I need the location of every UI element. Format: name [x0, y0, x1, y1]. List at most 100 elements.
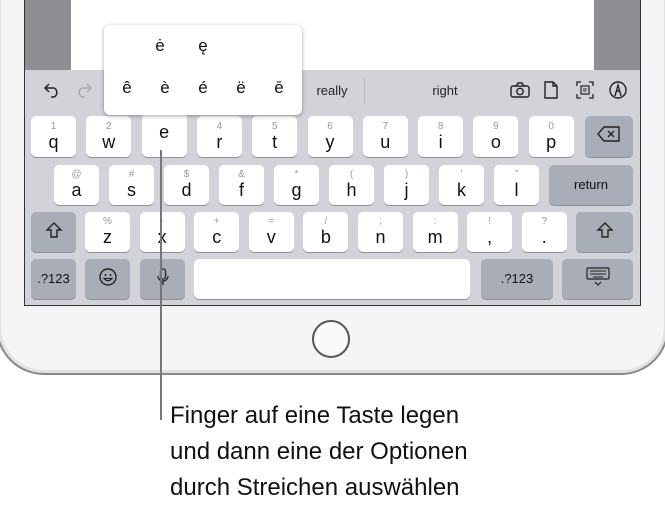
microphone-icon	[156, 267, 169, 291]
emoji-key[interactable]	[85, 259, 130, 299]
undo-arrow-icon[interactable]	[42, 80, 62, 100]
key-e[interactable]: e	[141, 113, 187, 157]
suggestion-right[interactable]: right	[400, 70, 490, 110]
key-secondary-label: !	[488, 216, 492, 227]
key-u[interactable]: 7u	[362, 116, 408, 157]
key-z[interactable]: % z	[85, 212, 130, 252]
key-comma[interactable]: !,	[467, 212, 513, 252]
suggestion-really[interactable]: really	[300, 70, 364, 110]
key-label: .	[541, 227, 547, 247]
key-p[interactable]: 0p	[528, 116, 574, 157]
key-c[interactable]: + c	[194, 212, 240, 252]
dictation-key[interactable]	[140, 259, 185, 299]
key-label: h	[346, 180, 357, 200]
key-secondary-label: =	[268, 216, 275, 227]
key-a[interactable]: @ a	[54, 165, 99, 205]
key-i[interactable]: 8i	[418, 116, 464, 157]
caption-line-2: und dann eine der Optionen	[170, 438, 468, 465]
key-k[interactable]: ’ k	[439, 165, 484, 205]
key-o[interactable]: 9o	[473, 116, 519, 157]
key-x[interactable]: -x	[139, 212, 185, 252]
key-t[interactable]: 5t	[252, 116, 298, 157]
camera-icon[interactable]	[510, 80, 530, 100]
shift-icon	[44, 221, 63, 244]
key-secondary-label: +	[213, 216, 220, 227]
key-secondary-label: 4	[216, 121, 223, 132]
key-l[interactable]: ” l	[494, 165, 539, 205]
key-secondary-label: ’	[460, 169, 463, 180]
key-label: m	[427, 227, 443, 247]
key-secondary-label: 1	[50, 121, 57, 132]
key-label: t	[272, 132, 278, 152]
key-v[interactable]: = v	[248, 212, 294, 252]
caption-line-3: durch Streichen auswählen	[170, 474, 460, 501]
key-f[interactable]: & f	[219, 165, 264, 205]
accent-option[interactable]: è	[150, 78, 180, 98]
key-secondary-label: ?	[541, 216, 548, 227]
key-label: x	[157, 227, 167, 247]
key-g[interactable]: * g	[274, 165, 319, 205]
key-secondary-label: )	[404, 169, 409, 180]
emoji-icon	[98, 267, 117, 291]
numbers-key-right[interactable]: .?123	[481, 259, 553, 299]
key-label: z	[103, 227, 112, 247]
accent-option[interactable]: é	[188, 78, 218, 98]
key-label: k	[457, 180, 466, 200]
key-d[interactable]: $ d	[164, 165, 209, 205]
key-label: o	[490, 132, 501, 152]
scan-text-icon[interactable]	[575, 80, 595, 100]
key-b[interactable]: / b	[303, 212, 349, 252]
key-h[interactable]: (h	[329, 165, 374, 205]
accent-option[interactable]: ę	[188, 36, 218, 56]
key-label: c	[212, 227, 222, 247]
key-r[interactable]: 4r	[196, 116, 242, 157]
delete-icon	[597, 126, 621, 147]
key-label: q	[48, 132, 59, 152]
numbers-key-left[interactable]: .?123	[31, 259, 76, 299]
key-secondary-label: 9	[493, 121, 499, 132]
space-key[interactable]	[194, 259, 470, 299]
accent-popup: ėę êèéëē	[104, 25, 302, 115]
accent-option[interactable]: ė	[145, 36, 175, 56]
accent-option[interactable]: ê	[112, 78, 142, 98]
key-m[interactable]: :m	[412, 212, 458, 252]
key-secondary-label: #	[128, 169, 135, 180]
key-j[interactable]: ) j	[384, 165, 429, 205]
document-icon[interactable]	[541, 80, 561, 100]
shift-key-left[interactable]	[31, 212, 76, 252]
key-n[interactable]: ; n	[358, 212, 403, 252]
redo-arrow-icon[interactable]	[74, 80, 94, 100]
key-secondary-label: (	[349, 169, 354, 180]
key-label: i	[438, 132, 443, 152]
key-w[interactable]: 2w	[86, 116, 132, 157]
key-q[interactable]: 1q	[31, 116, 76, 157]
key-period[interactable]: ?.	[521, 212, 567, 252]
key-label: s	[127, 180, 136, 200]
numbers-key-right-label: .?123	[500, 271, 534, 286]
accent-option[interactable]: ē	[264, 78, 294, 98]
key-label: l	[514, 180, 519, 200]
key-label: e	[159, 122, 170, 142]
key-secondary-label: /	[324, 216, 328, 227]
key-label: f	[238, 180, 244, 200]
key-secondary-label: $	[183, 169, 190, 180]
key-secondary-label: 6	[327, 121, 333, 132]
caption-line-1: Finger auf eine Taste legen	[170, 402, 460, 429]
key-secondary-label: 8	[437, 121, 444, 132]
key-secondary-label: %	[103, 216, 112, 227]
key-secondary-label: ;	[379, 216, 382, 227]
key-y[interactable]: 6y	[307, 116, 353, 157]
hide-keyboard-key[interactable]	[562, 259, 633, 299]
callout-caption: Finger auf eine Taste legen und dann ein…	[170, 398, 468, 506]
shift-key-right[interactable]	[576, 212, 633, 252]
key-secondary-label: &	[238, 169, 245, 180]
callout-line	[160, 150, 162, 420]
key-secondary-label: 5	[271, 121, 278, 132]
key-s[interactable]: # s	[109, 165, 154, 205]
delete-key[interactable]	[585, 116, 633, 157]
return-key[interactable]: return	[549, 165, 633, 205]
markup-pen-icon[interactable]	[608, 80, 628, 100]
key-secondary-label: 7	[382, 121, 389, 132]
home-button[interactable]	[312, 320, 350, 358]
accent-option[interactable]: ë	[226, 78, 256, 98]
